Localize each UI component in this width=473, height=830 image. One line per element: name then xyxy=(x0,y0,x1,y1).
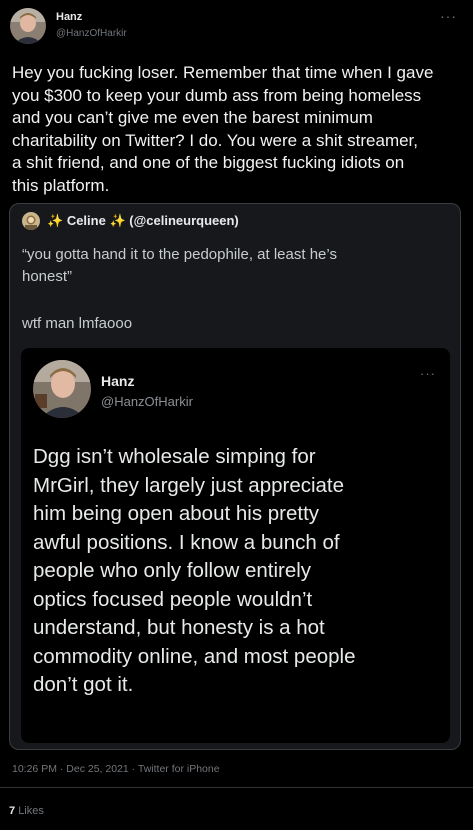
likes-count[interactable]: 7 Likes xyxy=(9,805,44,817)
quote-author-handle: (@celineurqueen) xyxy=(129,213,239,228)
inner-tweet-screenshot: Hanz @HanzOfHarkir ··· Dgg isn’t wholesa… xyxy=(21,348,450,743)
tweet-text: Hey you fucking loser. Remember that tim… xyxy=(12,63,434,195)
likes-number: 7 xyxy=(9,805,16,817)
quoted-tweet[interactable]: ✨ Celine ✨ (@celineurqueen) “you gotta h… xyxy=(9,203,461,750)
inner-tweet-text: Dgg isn’t wholesale simping for MrGirl, … xyxy=(33,445,356,696)
inner-author-name: Hanz xyxy=(101,373,135,389)
avatar[interactable] xyxy=(10,8,46,44)
author-handle[interactable]: @HanzOfHarkir xyxy=(56,28,127,39)
quote-text: “you gotta hand it to the pedophile, at … xyxy=(22,246,337,285)
inner-more-dots-icon: ··· xyxy=(420,366,436,381)
inner-author-handle: @HanzOfHarkir xyxy=(101,394,193,409)
quote-author-name: Celine xyxy=(66,213,106,228)
sparkle-icon: ✨ xyxy=(47,213,64,228)
quote-author: ✨ Celine ✨ (@celineurqueen) xyxy=(47,213,239,229)
author-name[interactable]: Hanz xyxy=(56,11,82,23)
quote-text-2: wtf man lmfaooo xyxy=(22,315,133,332)
tweet-header: Hanz @HanzOfHarkir ··· xyxy=(10,8,465,46)
sparkle-icon: ✨ xyxy=(109,213,126,228)
inner-avatar xyxy=(33,360,91,418)
more-dots-icon[interactable]: ··· xyxy=(440,8,457,24)
quote-avatar xyxy=(22,212,40,230)
likes-label: Likes xyxy=(18,805,44,817)
divider xyxy=(0,787,473,788)
tweet-timestamp[interactable]: 10:26 PM · Dec 25, 2021 · Twitter for iP… xyxy=(12,763,220,775)
